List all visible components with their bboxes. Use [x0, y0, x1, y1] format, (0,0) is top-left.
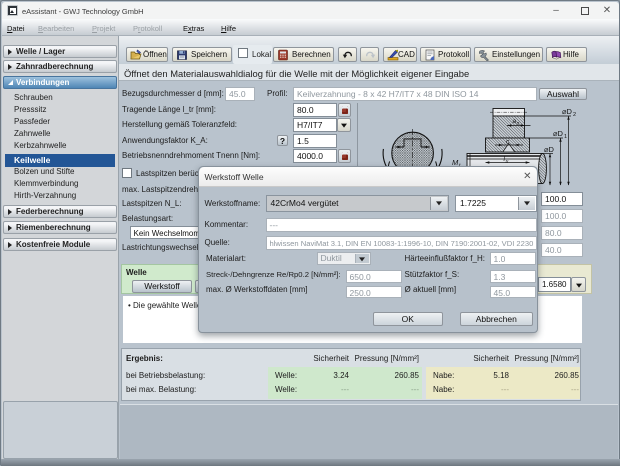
- svg-text:⌀D: ⌀D: [562, 107, 573, 116]
- svg-text:1: 1: [564, 134, 567, 140]
- svg-text:0: 0: [517, 121, 520, 127]
- svg-text:2: 2: [573, 112, 576, 118]
- svg-text:⌀D: ⌀D: [544, 145, 555, 154]
- svg-text:⌀D: ⌀D: [553, 129, 564, 138]
- svg-text:tr: tr: [506, 159, 509, 165]
